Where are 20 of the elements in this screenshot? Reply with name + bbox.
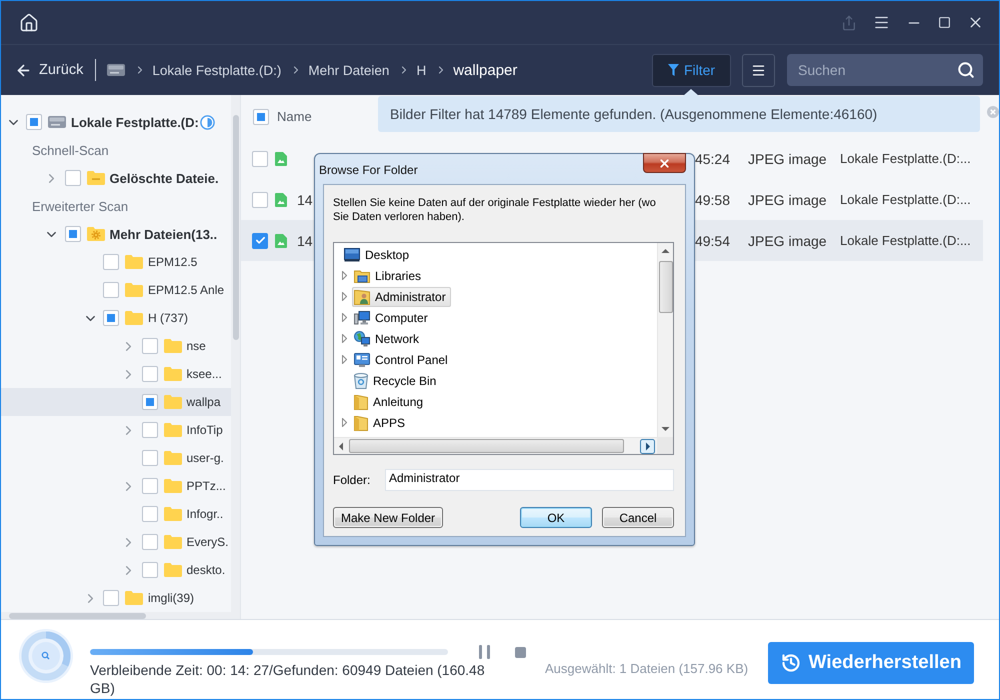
section-label: Erweiterter Scan [31, 198, 130, 216]
table-cell: Lokale Festplatte.(D:... [840, 192, 971, 207]
table-cell: 14 [297, 232, 313, 248]
dialog-description: Stellen Sie keine Daten auf der originale Festplatte wieder her (wo Sie Daten verloren haben). [333, 196, 657, 224]
table-cell-text: JPEG image [748, 232, 828, 248]
column-header: Name [277, 109, 312, 124]
dialog-title: Browse For Folder [319, 163, 418, 177]
table-cell: 45:24 [694, 150, 730, 166]
table-cell: 14 [297, 192, 313, 208]
scan-status-text: Verbleibende Zeit: 00: 14: 27/Gefunden: 60949 Dateien (160.48 GB) [90, 661, 486, 697]
table-cell: 49:58 [694, 192, 730, 208]
table-cell: Lokale Festplatte.(D:... [840, 151, 971, 166]
section-label: Schnell-Scan [31, 142, 110, 160]
table-cell-text: JPEG image [748, 150, 828, 166]
table-cell: 49:54 [694, 232, 730, 248]
folder-label: Folder: [333, 473, 372, 487]
filter-result-banner: Bilder Filter hat 14789 Elemente gefunden. (Ausgenommene Elemente:46160) [378, 96, 980, 132]
table-cell-text: JPEG image [748, 192, 828, 208]
table-cell: Lokale Festplatte.(D:... [840, 233, 971, 248]
selection-info: Ausgewählt: 1 Dateien (157.96 KB) [545, 660, 748, 678]
